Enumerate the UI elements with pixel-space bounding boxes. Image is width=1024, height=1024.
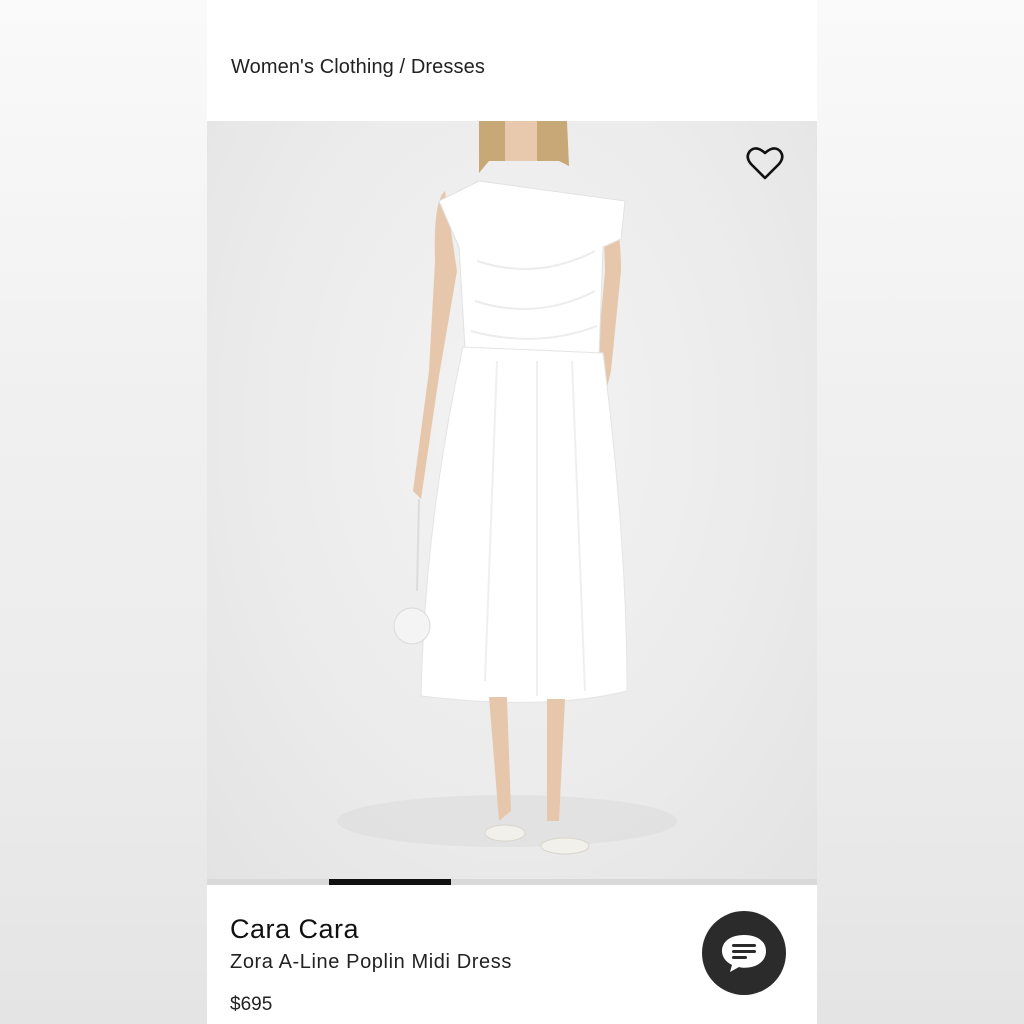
background-blur-left: [0, 0, 207, 1024]
heart-outline-icon: [746, 147, 784, 180]
product-name[interactable]: Zora A-Line Poplin Midi Dress: [230, 951, 512, 974]
model-photo: [337, 121, 677, 855]
background-blur-right: [817, 0, 1024, 1024]
product-page: Women's Clothing / Dresses Cara Cara Zor…: [207, 0, 817, 1024]
carousel-progress-indicator: [329, 879, 451, 885]
product-image[interactable]: [207, 121, 817, 879]
image-carousel-progress: [207, 879, 817, 885]
chat-bubble-icon: [722, 935, 766, 972]
breadcrumb[interactable]: Women's Clothing / Dresses: [231, 56, 485, 79]
product-price: $695: [230, 994, 273, 1015]
product-brand[interactable]: Cara Cara: [230, 914, 359, 945]
favorite-button[interactable]: [745, 143, 785, 183]
chat-button[interactable]: [702, 911, 786, 995]
